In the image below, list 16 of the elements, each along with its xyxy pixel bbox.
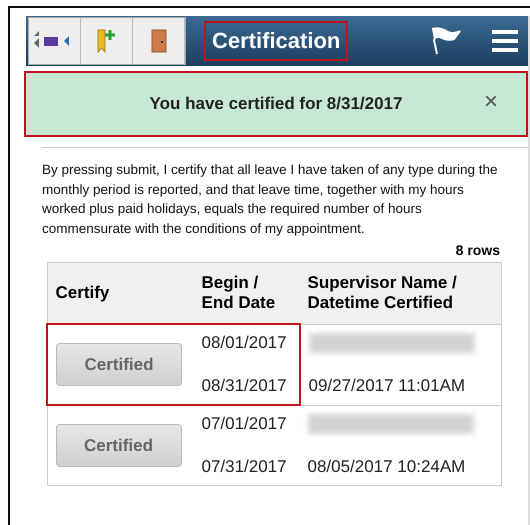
flag-icon[interactable]: [430, 27, 462, 55]
column-header: Certify: [47, 262, 194, 324]
begin-date: 08/01/2017: [202, 333, 288, 353]
close-button[interactable]: ×: [478, 87, 504, 117]
column-header: Supervisor Name / Datetime Certified: [300, 262, 502, 324]
certified-datetime: 09/27/2017 11:01AM: [308, 376, 466, 396]
certification-statement: By pressing submit, I certify that all leave I have taken of any type during the monthly period is reported, and that leave time, together with my hours worked plus paid holidays, equals the required number of hours commensurate with the conditions of my appointment.: [42, 161, 498, 238]
success-message: You have certified for 8/31/2017: [150, 94, 402, 114]
page-title: Certification: [204, 21, 348, 61]
begin-date: 07/01/2017: [202, 414, 288, 434]
certified-datetime: 08/05/2017 10:24AM: [308, 456, 466, 477]
row-count: 8 rows: [454, 242, 500, 258]
menu-icon[interactable]: [492, 29, 518, 53]
end-date: 07/31/2017: [202, 457, 288, 477]
column-header: Begin / End Date: [194, 262, 300, 324]
end-date: 08/31/2017: [202, 376, 288, 396]
